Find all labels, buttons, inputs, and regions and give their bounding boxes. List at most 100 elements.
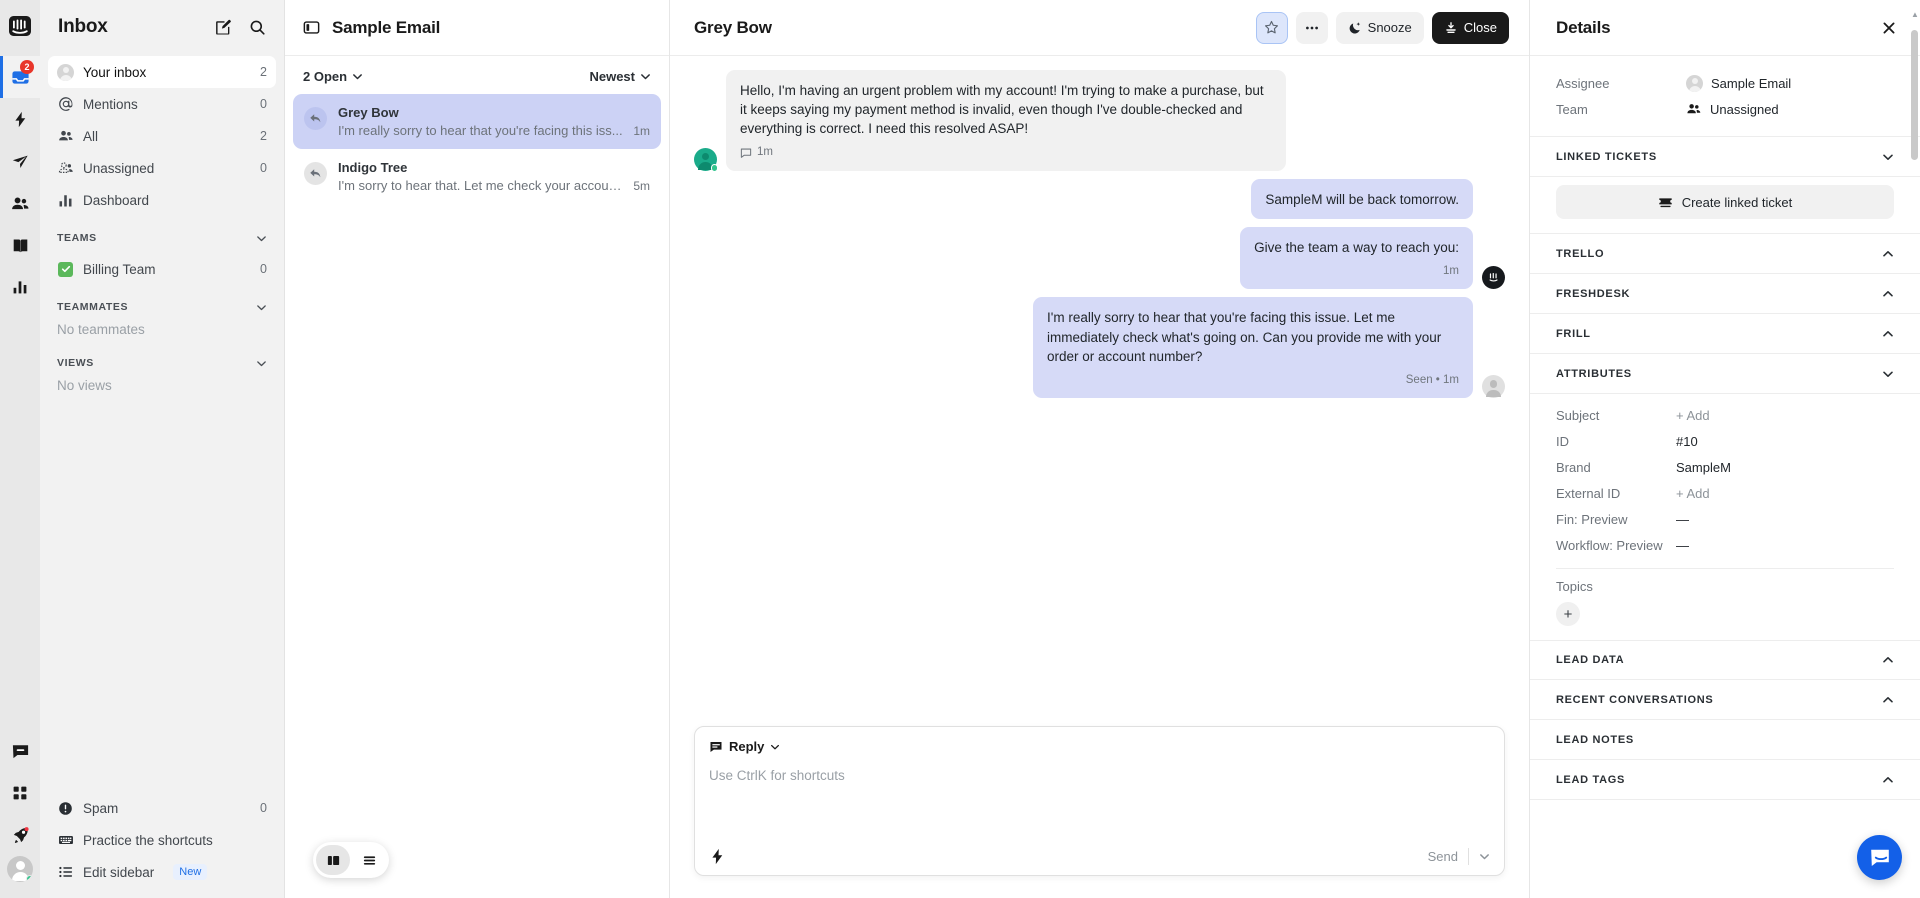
scrollbar-thumb[interactable] (1911, 30, 1918, 160)
people-icon (57, 128, 74, 145)
sidebar-item-your-inbox[interactable]: Your inbox 2 (48, 56, 276, 88)
online-status-dot (710, 164, 718, 172)
attribute-row-fin-preview[interactable]: Fin: Preview — (1556, 506, 1894, 532)
snooze-button[interactable]: Snooze (1335, 11, 1424, 44)
lightning-icon (12, 111, 29, 128)
chevron-down-icon (256, 233, 267, 244)
chevron-down-icon (352, 71, 363, 82)
create-linked-ticket-label: Create linked ticket (1681, 194, 1793, 210)
close-button[interactable]: Close (1431, 11, 1509, 44)
lightning-icon[interactable] (709, 848, 726, 865)
close-label: Close (1463, 20, 1497, 35)
sidebar-item-practice-shortcuts[interactable]: Practice the shortcuts (48, 824, 276, 856)
message-text: Give the team a way to reach you: (1254, 239, 1459, 255)
chevron-down-icon[interactable] (1479, 851, 1490, 862)
messenger-launcher-button[interactable] (1857, 835, 1902, 880)
details-scrollbar[interactable]: ▲ (1911, 8, 1919, 890)
rail-item-inbox[interactable]: 2 (0, 56, 40, 98)
details-section-lead-data[interactable]: LEAD DATA (1530, 640, 1920, 680)
sidebar-section-views[interactable]: VIEWS (40, 341, 284, 374)
details-field-team[interactable]: Team Unassigned (1556, 96, 1894, 122)
sidebar-item-all[interactable]: All 2 (48, 120, 276, 152)
reply-mode-icon (709, 740, 723, 754)
green-check-icon (57, 261, 74, 278)
rail-item-outbound[interactable] (0, 140, 40, 182)
message-row-outgoing: I'm really sorry to hear that you're fac… (694, 297, 1505, 399)
sidebar-item-billing-team[interactable]: Billing Team 0 (48, 253, 276, 285)
sidebar-section-teammates[interactable]: TEAMMATES (40, 285, 284, 318)
topics-label: Topics (1556, 579, 1593, 594)
list-icon (57, 864, 74, 881)
conversation-item-grey-bow[interactable]: Grey Bow I'm really sorry to hear that y… (293, 94, 661, 149)
sidebar-item-spam[interactable]: Spam 0 (48, 792, 276, 824)
reply-arrow-icon (304, 107, 327, 130)
new-badge: New (173, 864, 208, 880)
bar-chart-icon (12, 279, 28, 295)
user-avatar[interactable] (7, 856, 33, 882)
sidebar-section-teams[interactable]: TEAMS (40, 216, 284, 249)
sidebar-item-unassigned[interactable]: Unassigned 0 (48, 152, 276, 184)
create-linked-ticket-button[interactable]: Create linked ticket (1556, 185, 1894, 219)
inbox-sidebar: Inbox Your inbox 2 Mentions 0 All 2 Unas… (40, 0, 285, 898)
send-control[interactable]: Send (1428, 848, 1490, 865)
composer-mode-dropdown[interactable]: Reply (709, 739, 1490, 754)
rail-item-getting-started[interactable] (0, 814, 40, 856)
customer-avatar (694, 147, 718, 172)
conversation-item-indigo-tree[interactable]: Indigo Tree I'm sorry to hear that. Let … (293, 149, 661, 204)
rail-item-messenger[interactable] (0, 730, 40, 772)
attribute-row-external-id[interactable]: External ID + Add (1556, 480, 1894, 506)
details-title: Details (1556, 17, 1611, 37)
section-title: VIEWS (57, 357, 94, 369)
conversation-item-body: Indigo Tree I'm sorry to hear that. Let … (338, 160, 650, 193)
field-value: Sample Email (1686, 74, 1791, 92)
scroll-up-arrow-icon[interactable]: ▲ (1911, 10, 1919, 19)
more-button[interactable] (1295, 11, 1328, 44)
star-button[interactable] (1255, 11, 1288, 44)
message-meta: 1m (1254, 263, 1459, 279)
panel-toggle-icon[interactable] (303, 19, 320, 36)
details-field-assignee[interactable]: Assignee Sample Email (1556, 70, 1894, 96)
alert-circle-icon (57, 800, 74, 817)
list-view-toggle[interactable] (352, 845, 386, 875)
rail-item-knowledge[interactable] (0, 224, 40, 266)
attribute-row-subject[interactable]: Subject + Add (1556, 402, 1894, 428)
conversation-item-preview: I'm really sorry to hear that you're fac… (338, 123, 623, 138)
field-label: Team (1556, 101, 1588, 117)
status-filter-dropdown[interactable]: 2 Open (303, 69, 363, 84)
rail-item-apps[interactable] (0, 772, 40, 814)
details-section-linked-tickets[interactable]: LINKED TICKETS (1530, 137, 1920, 177)
rail-item-automation[interactable] (0, 98, 40, 140)
sidebar-item-count: 0 (260, 262, 267, 276)
sort-dropdown[interactable]: Newest (589, 69, 651, 84)
rail-item-contacts[interactable] (0, 182, 40, 224)
chevron-up-icon (1882, 328, 1894, 340)
details-section-recent-conversations[interactable]: RECENT CONVERSATIONS (1530, 680, 1920, 720)
sort-label: Newest (589, 69, 635, 84)
attribute-row-id[interactable]: ID #10 (1556, 428, 1894, 454)
section-title: LEAD DATA (1556, 654, 1625, 666)
details-section-attributes[interactable]: ATTRIBUTES (1530, 354, 1920, 394)
reply-input[interactable]: Use CtrlK for shortcuts (709, 754, 1490, 848)
details-section-lead-tags[interactable]: LEAD TAGS (1530, 760, 1920, 800)
conversation-item-body: Grey Bow I'm really sorry to hear that y… (338, 105, 650, 138)
sidebar-item-edit-sidebar[interactable]: Edit sidebar New (48, 856, 276, 888)
rail-item-reports[interactable] (0, 266, 40, 308)
sidebar-item-dashboard[interactable]: Dashboard (48, 184, 276, 216)
add-topic-button[interactable]: + (1556, 602, 1580, 626)
attribute-row-brand[interactable]: Brand SampleM (1556, 454, 1894, 480)
sidebar-item-mentions[interactable]: Mentions 0 (48, 88, 276, 120)
attribute-row-workflow-preview[interactable]: Workflow: Preview — (1556, 532, 1894, 558)
split-view-toggle[interactable] (316, 845, 350, 875)
view-mode-toggle-group (313, 842, 389, 878)
details-section-freshdesk[interactable]: FRESHDESK (1530, 274, 1920, 314)
details-section-frill[interactable]: FRILL (1530, 314, 1920, 354)
close-icon[interactable] (1876, 15, 1902, 41)
details-section-trello[interactable]: TRELLO (1530, 234, 1920, 274)
search-icon[interactable] (244, 14, 270, 40)
attribute-key: Fin: Preview (1556, 511, 1628, 527)
message-row-outgoing: Give the team a way to reach you: 1m (694, 226, 1505, 290)
details-section-lead-notes[interactable]: LEAD NOTES (1530, 720, 1920, 760)
paper-plane-icon (11, 152, 29, 170)
composer-wrapper: Reply Use CtrlK for shortcuts Send (670, 726, 1529, 898)
compose-icon[interactable] (210, 14, 236, 40)
